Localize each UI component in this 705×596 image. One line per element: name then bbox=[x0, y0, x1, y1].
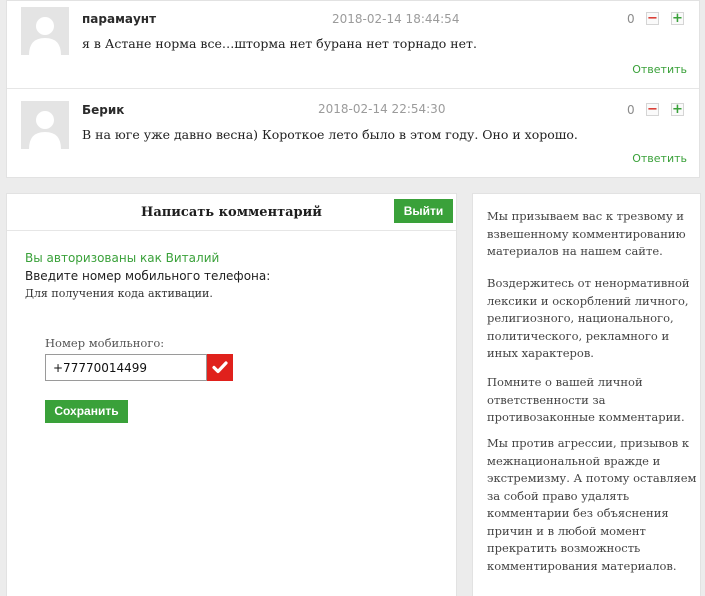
authorized-as-text: Вы авторизованы как Виталий bbox=[25, 251, 220, 265]
comments-list: парамаунт 2018-02-14 18:44:54 0 − + я в … bbox=[6, 0, 700, 178]
activation-code-hint: Для получения кода активации. bbox=[25, 287, 213, 300]
comment-date: 2018-02-14 22:54:30 bbox=[318, 102, 446, 116]
minus-icon[interactable]: − bbox=[646, 103, 659, 116]
comment-item: парамаунт 2018-02-14 18:44:54 0 − + я в … bbox=[7, 1, 699, 89]
minus-icon[interactable]: − bbox=[646, 12, 659, 25]
comment-score: 0 bbox=[627, 103, 635, 117]
reply-link[interactable]: Ответить bbox=[632, 63, 687, 76]
phone-field-label: Номер мобильного: bbox=[45, 336, 165, 350]
comment-author: парамаунт bbox=[82, 12, 157, 26]
phone-field[interactable] bbox=[45, 354, 207, 381]
comment-rules-panel: Мы призываем вас к трезвому и взвешенном… bbox=[472, 193, 701, 596]
plus-icon[interactable]: + bbox=[671, 103, 684, 116]
rule-paragraph: Помните о вашей личной ответственности з… bbox=[487, 375, 685, 424]
comment-text: В на юге уже давно весна) Короткое лето … bbox=[82, 127, 578, 142]
write-comment-panel: Написать комментарий Выйти Вы авторизова… bbox=[6, 193, 457, 596]
comment-text: я в Астане норма все…шторма нет бурана н… bbox=[82, 36, 477, 51]
comment-item: Берик 2018-02-14 22:54:30 0 − + В на юге… bbox=[7, 89, 699, 177]
rule-paragraph: Мы призываем вас к трезвому и взвешенном… bbox=[487, 209, 686, 258]
reply-link[interactable]: Ответить bbox=[632, 152, 687, 165]
write-comment-header: Написать комментарий Выйти bbox=[7, 194, 456, 231]
checkmark-icon[interactable] bbox=[207, 354, 233, 381]
rule-paragraph: Мы против агрессии, призывов к межнацион… bbox=[487, 436, 697, 573]
user-silhouette-icon bbox=[21, 7, 69, 55]
enter-phone-text: Введите номер мобильного телефона: bbox=[25, 269, 271, 283]
comment-date: 2018-02-14 18:44:54 bbox=[332, 12, 460, 26]
avatar bbox=[21, 7, 69, 55]
comment-author: Берик bbox=[82, 103, 125, 117]
save-button[interactable]: Сохранить bbox=[45, 400, 128, 423]
logout-button[interactable]: Выйти bbox=[394, 199, 453, 223]
comment-score: 0 bbox=[627, 12, 635, 26]
user-silhouette-icon bbox=[21, 101, 69, 149]
plus-icon[interactable]: + bbox=[671, 12, 684, 25]
rule-paragraph: Воздержитесь от ненормативной лексики и … bbox=[487, 276, 690, 360]
write-comment-title: Написать комментарий bbox=[141, 205, 322, 220]
avatar bbox=[21, 101, 69, 149]
